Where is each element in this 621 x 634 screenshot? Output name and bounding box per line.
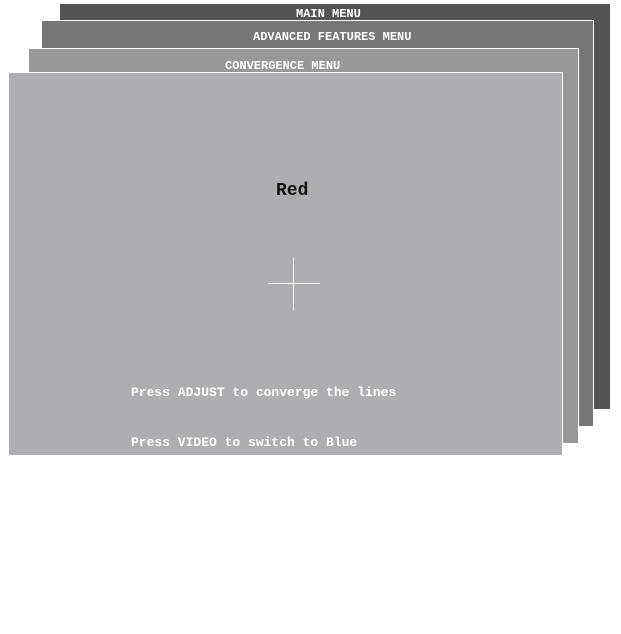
- red-convergence-panel: Red Press ADJUST to converge the lines P…: [8, 72, 563, 599]
- instruction-cancel: Press CANCEL to delete changes: [131, 534, 366, 550]
- crosshair-vertical-line: [293, 258, 294, 310]
- crosshair-icon[interactable]: [268, 258, 320, 310]
- convergence-menu-title: CONVERGENCE MENU: [225, 59, 341, 73]
- instruction-menu: Press MENU to go back: [131, 484, 295, 500]
- advanced-features-menu-title: ADVANCED FEATURES MENU: [253, 30, 412, 44]
- instructions-list: Press ADJUST to converge the lines Press…: [131, 352, 404, 634]
- main-menu-title: MAIN MENU: [296, 7, 361, 21]
- instruction-audio: Press AUDIO to Advanced Convergence: [131, 584, 405, 600]
- crosshair-horizontal-line: [268, 283, 320, 284]
- instruction-video: Press VIDEO to switch to Blue: [131, 434, 358, 450]
- instruction-adjust: Press ADJUST to converge the lines: [131, 385, 397, 401]
- active-color-label: Red: [276, 181, 309, 201]
